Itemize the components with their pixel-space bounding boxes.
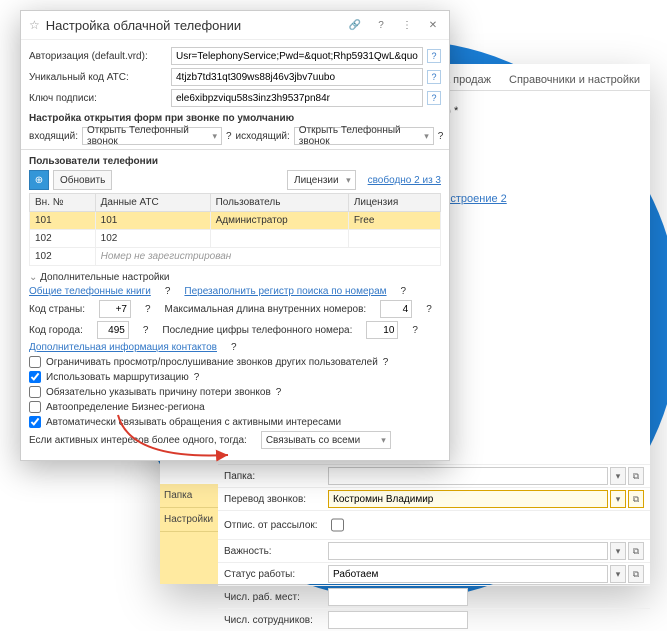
licenses-free-link[interactable]: свободно 2 из 3: [368, 175, 441, 186]
last-digits-label: Последние цифры телефонного номера:: [162, 325, 352, 336]
help-icon[interactable]: ?: [226, 131, 232, 142]
refresh-button[interactable]: Обновить: [53, 170, 112, 190]
auto-link-checkbox[interactable]: [29, 416, 41, 428]
entity-title-fragment: ент) *: [430, 105, 640, 117]
table-row[interactable]: 102Номер не зарегистрирован: [30, 248, 441, 266]
seats-field[interactable]: [328, 588, 468, 606]
seats-label: Числ. раб. мест:: [218, 589, 328, 606]
auto-region-label: Автоопределение Бизнес-региона: [46, 402, 205, 413]
back-form: Папка: ▾⧉ Перевод звонков: ▾⧉ Отпис. от …: [218, 464, 650, 631]
maxlen-input[interactable]: [380, 300, 412, 318]
help-icon[interactable]: ?: [276, 387, 282, 398]
open-icon[interactable]: ⧉: [628, 542, 644, 560]
phonebooks-link[interactable]: Общие телефонные книги: [29, 286, 151, 297]
help-icon[interactable]: ?: [427, 49, 441, 63]
unsubscribe-checkbox[interactable]: [331, 516, 344, 534]
help-icon[interactable]: ?: [194, 372, 200, 383]
last-digits-input[interactable]: [366, 321, 398, 339]
transfer-label: Перевод звонков:: [218, 491, 328, 508]
help-icon[interactable]: ?: [412, 325, 418, 336]
help-icon[interactable]: ?: [401, 286, 407, 297]
dialog-title: Настройка облачной телефонии: [46, 18, 337, 33]
transfer-field[interactable]: [328, 490, 608, 508]
country-code-input[interactable]: [99, 300, 131, 318]
star-icon[interactable]: ☆: [29, 18, 40, 32]
help-icon[interactable]: ?: [373, 17, 389, 33]
users-table: Вн. № Данные АТС Пользователь Лицензия 1…: [29, 193, 441, 266]
unsubscribe-label: Отпис. от рассылок:: [218, 517, 328, 534]
table-row[interactable]: 102102: [30, 230, 441, 248]
sign-key-input[interactable]: [171, 89, 423, 107]
tab-refs[interactable]: Справочники и настройки: [509, 70, 640, 90]
auth-label: Авторизация (default.vrd):: [29, 51, 167, 62]
auto-link-label: Автоматически связывать обращения с акти…: [46, 417, 341, 428]
help-icon[interactable]: ?: [231, 342, 237, 353]
auth-input[interactable]: [171, 47, 423, 65]
dropdown-icon[interactable]: ▾: [610, 467, 626, 485]
open-icon[interactable]: ⧉: [628, 565, 644, 583]
license-filter-select[interactable]: Лицензии: [287, 170, 356, 190]
help-icon[interactable]: ?: [165, 286, 171, 297]
incoming-select[interactable]: Открыть Телефонный звонок: [82, 127, 222, 145]
contact-extra-info-link[interactable]: Дополнительная информация контактов: [29, 342, 217, 353]
extra-settings-toggle[interactable]: Дополнительные настройки: [29, 272, 441, 283]
multi-interest-label: Если активных интересов более одного, то…: [29, 435, 247, 446]
telephony-settings-dialog: ☆ Настройка облачной телефонии 🔗 ? ⋮ ✕ А…: [20, 10, 450, 461]
country-code-label: Код страны:: [29, 304, 85, 315]
open-icon[interactable]: ⧉: [628, 467, 644, 485]
atc-code-input[interactable]: [171, 68, 423, 86]
require-reason-label: Обязательно указывать причину потери зво…: [46, 387, 271, 398]
help-icon[interactable]: ?: [438, 131, 444, 142]
status-label: Статус работы:: [218, 566, 328, 583]
help-icon[interactable]: ?: [427, 70, 441, 84]
auto-region-checkbox[interactable]: [29, 401, 41, 413]
incoming-label: входящий:: [29, 131, 78, 142]
more-icon[interactable]: ⋮: [399, 17, 415, 33]
maxlen-label: Максимальная длина внутренних номеров:: [165, 304, 367, 315]
multi-interest-select[interactable]: Связывать со всеми: [261, 431, 391, 449]
restrict-listening-label: Ограничивать просмотр/прослушивание звон…: [46, 357, 378, 368]
city-code-label: Код города:: [29, 325, 83, 336]
table-row[interactable]: 101101АдминистраторFree: [30, 212, 441, 230]
add-user-button[interactable]: ⊕: [29, 170, 49, 190]
close-icon[interactable]: ✕: [425, 17, 441, 33]
employees-label: Числ. сотрудников:: [218, 612, 328, 629]
dropdown-icon[interactable]: ▾: [610, 490, 626, 508]
help-icon[interactable]: ?: [143, 325, 149, 336]
atc-code-label: Уникальный код АТС:: [29, 72, 167, 83]
help-icon[interactable]: ?: [427, 91, 441, 105]
col-license[interactable]: Лицензия: [348, 194, 440, 212]
folder-field[interactable]: [328, 467, 608, 485]
restrict-listening-checkbox[interactable]: [29, 356, 41, 368]
link-icon[interactable]: 🔗: [347, 17, 363, 33]
col-user[interactable]: Пользователь: [210, 194, 348, 212]
importance-label: Важность:: [218, 543, 328, 560]
help-icon[interactable]: ?: [426, 304, 432, 315]
status-field[interactable]: [328, 565, 608, 583]
require-reason-checkbox[interactable]: [29, 386, 41, 398]
side-tab-settings[interactable]: Настройки: [160, 508, 218, 532]
open-forms-section-title: Настройка открытия форм при звонке по ум…: [29, 113, 441, 124]
importance-field[interactable]: [328, 542, 608, 560]
side-tab-folder[interactable]: Папка: [160, 484, 218, 508]
use-routing-checkbox[interactable]: [29, 371, 41, 383]
sign-key-label: Ключ подписи:: [29, 93, 167, 104]
outgoing-select[interactable]: Открыть Телефонный звонок: [294, 127, 434, 145]
open-icon[interactable]: ⧉: [628, 490, 644, 508]
dropdown-icon[interactable]: ▾: [610, 542, 626, 560]
refill-register-link[interactable]: Перезаполнить регистр поиска по номерам: [184, 286, 386, 297]
employees-field[interactable]: [328, 611, 468, 629]
city-code-input[interactable]: [97, 321, 129, 339]
col-atc[interactable]: Данные АТС: [95, 194, 210, 212]
folder-label: Папка:: [218, 468, 328, 485]
col-ext[interactable]: Вн. №: [30, 194, 96, 212]
help-icon[interactable]: ?: [145, 304, 151, 315]
outgoing-label: исходящий:: [236, 131, 290, 142]
users-section-title: Пользователи телефонии: [29, 156, 441, 167]
help-icon[interactable]: ?: [383, 357, 389, 368]
use-routing-label: Использовать маршрутизацию: [46, 372, 189, 383]
side-tabs: Папка Настройки: [160, 484, 218, 584]
dropdown-icon[interactable]: ▾: [610, 565, 626, 583]
